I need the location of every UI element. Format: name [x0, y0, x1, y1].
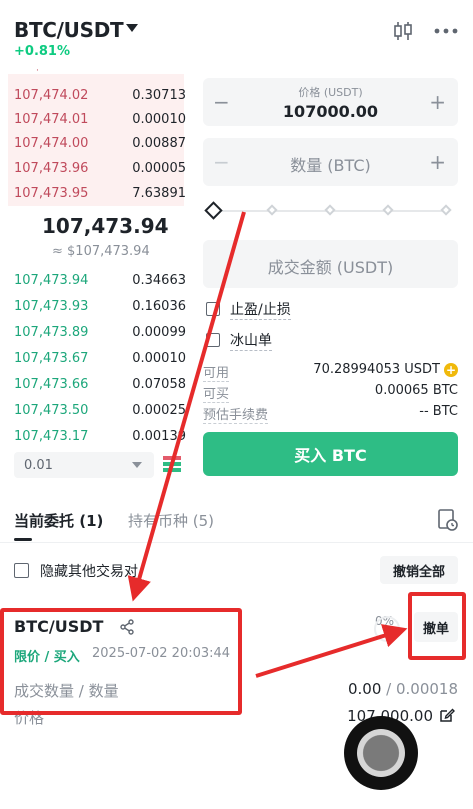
bid-row[interactable]: 107,473.17 0.00139 — [14, 423, 186, 449]
ask-price: 107,474.00 — [14, 135, 89, 151]
asks-scroll-indicator: · — [36, 66, 39, 76]
amount-placeholder: 数量 (BTC) — [290, 156, 371, 175]
buy-button[interactable]: 买入 BTC — [203, 432, 458, 476]
amount-increase-button[interactable]: + — [429, 150, 446, 174]
cancel-all-button[interactable]: 撤销全部 — [380, 556, 458, 584]
available-value: 70.28994053 USDT — [313, 362, 440, 377]
bid-qty: 0.34663 — [132, 272, 186, 288]
bid-price: 107,473.50 — [14, 402, 89, 418]
filled-amount-value: 0.00 / 0.00018 — [348, 680, 458, 698]
depth-precision-select[interactable]: 0.01 — [14, 452, 154, 478]
iceberg-label[interactable]: 冰山单 — [230, 330, 272, 351]
bid-row[interactable]: 107,473.66 0.07058 — [14, 371, 186, 397]
tab-holdings[interactable]: 持有币种 (5) — [128, 510, 214, 531]
tp-sl-checkbox[interactable] — [206, 302, 220, 316]
bid-price: 107,473.93 — [14, 298, 89, 314]
ask-row[interactable]: 107,474.01 0.00010 — [14, 106, 186, 132]
bid-price: 107,473.94 — [14, 272, 89, 288]
amount-field[interactable]: − 数量 (BTC) + — [203, 138, 458, 186]
edit-icon[interactable] — [439, 707, 455, 723]
bid-row[interactable]: 107,473.94 0.34663 — [14, 267, 186, 293]
filled-separator: / — [381, 680, 396, 698]
fee-row: 预估手续费 -- BTC — [203, 404, 458, 424]
ask-qty: 0.00005 — [132, 160, 186, 176]
slider-step-25[interactable] — [266, 204, 278, 216]
price-value[interactable]: 107000.00 — [203, 102, 458, 121]
ask-row[interactable]: 107,473.95 7.63891 — [14, 180, 186, 206]
candlestick-icon[interactable] — [392, 20, 414, 42]
fee-label: 预估手续费 — [203, 404, 269, 424]
ask-price: 107,473.95 — [14, 185, 89, 201]
tabs-divider — [0, 542, 473, 543]
annotation-cancel-highlight — [408, 592, 466, 660]
bid-qty: 0.00010 — [132, 350, 186, 366]
last-price-fiat: ≈ $107,473.94 — [52, 244, 150, 259]
order-history-icon[interactable] — [437, 508, 459, 532]
ask-qty: 0.00887 — [132, 135, 186, 151]
max-buy-value: 0.00065 BTC — [374, 383, 458, 398]
filled-total: 0.00018 — [395, 680, 458, 698]
bid-qty: 0.00139 — [132, 428, 186, 444]
bid-qty: 0.07058 — [132, 376, 186, 392]
add-funds-icon[interactable]: + — [444, 363, 458, 377]
more-icon[interactable] — [434, 28, 458, 34]
bid-row[interactable]: 107,473.50 0.00025 — [14, 397, 186, 423]
slider-step-75[interactable] — [382, 204, 394, 216]
hide-other-pairs-label[interactable]: 隐藏其他交易对 — [40, 561, 138, 581]
pair-dropdown-icon[interactable] — [126, 24, 138, 32]
tab-active-indicator — [14, 538, 32, 541]
bid-qty: 0.16036 — [132, 298, 186, 314]
hide-other-pairs-checkbox[interactable] — [14, 563, 29, 578]
bid-price: 107,473.66 — [14, 376, 89, 392]
available-label: 可用 — [203, 362, 230, 382]
ask-row[interactable]: 107,474.02 0.30713 — [14, 82, 186, 108]
depth-precision-value: 0.01 — [24, 457, 53, 473]
tp-sl-label[interactable]: 止盈/止损 — [230, 299, 291, 320]
ask-row[interactable]: 107,473.96 0.00005 — [14, 155, 186, 181]
amount-slider-handle[interactable] — [204, 201, 223, 220]
orderbook-layout-icon[interactable] — [163, 456, 181, 474]
bid-price: 107,473.67 — [14, 350, 89, 366]
total-field[interactable]: 成交金额 (USDT) — [203, 240, 458, 288]
slider-step-50[interactable] — [324, 204, 336, 216]
bid-row[interactable]: 107,473.93 0.16036 — [14, 293, 186, 319]
bid-qty: 0.00099 — [132, 324, 186, 340]
ask-price: 107,473.96 — [14, 160, 89, 176]
bid-row[interactable]: 107,473.89 0.00099 — [14, 319, 186, 345]
iceberg-checkbox[interactable] — [206, 333, 220, 347]
available-row: 可用 70.28994053 USDT + — [203, 362, 458, 382]
price-increase-button[interactable]: + — [429, 90, 446, 114]
total-placeholder: 成交金额 (USDT) — [267, 258, 394, 277]
pair-title[interactable]: BTC/USDT — [14, 18, 124, 42]
max-buy-row: 可买 0.00065 BTC — [203, 383, 458, 403]
ask-price: 107,474.01 — [14, 111, 89, 127]
bid-price: 107,473.17 — [14, 428, 89, 444]
bid-row[interactable]: 107,473.67 0.00010 — [14, 345, 186, 371]
last-price[interactable]: 107,473.94 — [42, 214, 169, 238]
ask-qty: 7.63891 — [132, 185, 186, 201]
bid-price: 107,473.89 — [14, 324, 89, 340]
ask-price: 107,474.02 — [14, 87, 89, 103]
fill-progress-ring — [374, 616, 400, 642]
annotation-order-highlight — [0, 608, 242, 715]
bid-qty: 0.00025 — [132, 402, 186, 418]
slider-step-100[interactable] — [440, 204, 452, 216]
fee-value: -- BTC — [419, 404, 458, 419]
assistive-ring-icon — [357, 729, 405, 777]
price-label: 价格 (USDT) — [298, 86, 363, 99]
price-change: +0.81% — [14, 44, 70, 59]
filled-done: 0.00 — [347, 680, 382, 698]
max-buy-label: 可买 — [203, 383, 230, 403]
tab-open-orders[interactable]: 当前委托 (1) — [14, 510, 103, 531]
chevron-down-icon — [132, 462, 142, 468]
ask-qty: 0.30713 — [132, 87, 186, 103]
floating-assistive-button[interactable] — [344, 716, 418, 790]
price-field[interactable]: − 价格 (USDT) 107000.00 + — [203, 78, 458, 126]
ask-row[interactable]: 107,474.00 0.00887 — [14, 130, 186, 156]
ask-qty: 0.00010 — [132, 111, 186, 127]
